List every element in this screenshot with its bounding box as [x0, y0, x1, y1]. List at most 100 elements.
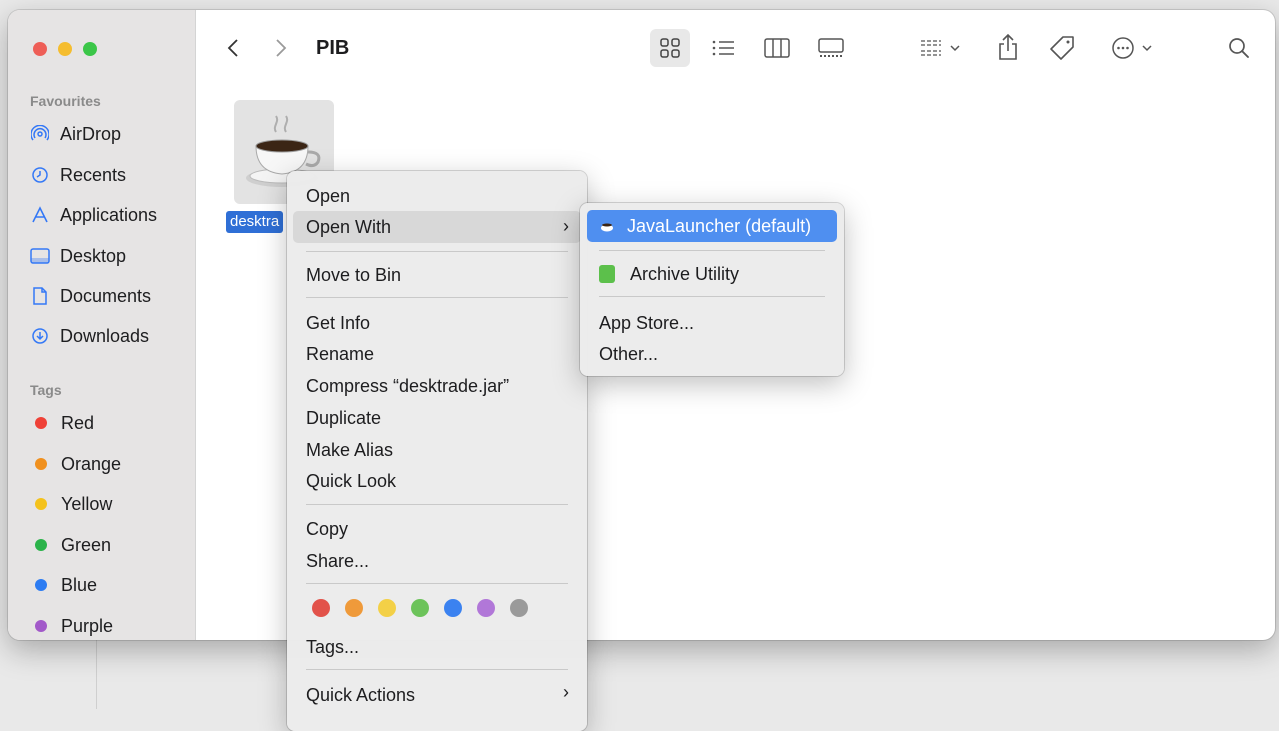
- tag-button[interactable]: [1044, 29, 1080, 67]
- column-view-button[interactable]: [757, 29, 797, 67]
- blue-tag-dot: [35, 579, 47, 591]
- tag-color-yellow[interactable]: [378, 599, 396, 617]
- menu-item-make-alias[interactable]: Make Alias: [306, 440, 393, 461]
- purple-tag-dot: [35, 620, 47, 632]
- tag-color-red[interactable]: [312, 599, 330, 617]
- menu-item-share[interactable]: Share...: [306, 551, 369, 572]
- chevron-right-icon: ›: [563, 682, 569, 702]
- menu-item-open-with[interactable]: Open With ›: [293, 211, 581, 243]
- menu-item-get-info[interactable]: Get Info: [306, 313, 370, 334]
- list-view-button[interactable]: [705, 29, 741, 67]
- applications-icon: [30, 205, 50, 225]
- chevron-right-icon: ›: [563, 216, 569, 236]
- sidebar-item-downloads[interactable]: Downloads: [30, 322, 149, 350]
- tag-color-blue[interactable]: [444, 599, 462, 617]
- menu-separator: [306, 583, 568, 584]
- clock-icon: [30, 165, 50, 185]
- tag-color-purple[interactable]: [477, 599, 495, 617]
- menu-item-copy[interactable]: Copy: [306, 519, 348, 540]
- menu-item-label: Open With: [306, 217, 392, 237]
- menu-item-move-to-bin[interactable]: Move to Bin: [306, 265, 401, 286]
- group-by-button[interactable]: [914, 29, 966, 67]
- chevron-down-icon: [1142, 45, 1152, 52]
- sidebar-tag-green[interactable]: Green: [30, 531, 111, 559]
- columns-icon: [764, 38, 790, 58]
- sidebar-tag-purple[interactable]: Purple: [30, 612, 113, 640]
- document-icon: [30, 286, 50, 306]
- archive-utility-icon: [599, 265, 615, 283]
- sidebar-item-label: Yellow: [61, 493, 113, 514]
- search-button[interactable]: [1224, 29, 1254, 67]
- context-menu: Open Open With › Move to Bin Get Info Re…: [287, 171, 587, 731]
- menu-item-rename[interactable]: Rename: [306, 344, 374, 365]
- green-tag-dot: [35, 539, 47, 551]
- sidebar-item-label: Applications: [60, 204, 158, 225]
- group-grid-icon: [921, 40, 941, 56]
- chevron-left-icon: [227, 39, 238, 57]
- menu-separator: [599, 296, 825, 297]
- minimize-window-button[interactable]: [58, 42, 72, 56]
- submenu-item-app-store[interactable]: App Store...: [599, 313, 694, 334]
- sidebar-item-airdrop[interactable]: AirDrop: [30, 120, 121, 148]
- submenu-item-javalauncher[interactable]: JavaLauncher (default): [587, 210, 837, 242]
- icon-view-button[interactable]: [650, 29, 690, 67]
- close-window-button[interactable]: [33, 42, 47, 56]
- folder-title: PIB: [316, 37, 350, 59]
- menu-separator: [306, 669, 568, 670]
- sidebar-item-label: AirDrop: [60, 123, 122, 144]
- orange-tag-dot: [35, 458, 47, 470]
- menu-item-duplicate[interactable]: Duplicate: [306, 408, 381, 429]
- java-cup-icon: [601, 223, 613, 232]
- sidebar-item-label: Desktop: [60, 245, 127, 266]
- gallery-view-button[interactable]: [811, 29, 851, 67]
- tag-color-gray[interactable]: [510, 599, 528, 617]
- sidebar-item-label: Documents: [60, 285, 152, 306]
- airdrop-icon: [30, 124, 50, 144]
- desktop-background-line: [96, 640, 97, 709]
- menu-item-quick-actions[interactable]: Quick Actions: [306, 685, 415, 706]
- sidebar-item-applications[interactable]: Applications: [30, 201, 157, 229]
- back-button[interactable]: [222, 34, 244, 62]
- sidebar: Favourites AirDrop Recents Applications …: [8, 10, 196, 640]
- sidebar-tag-orange[interactable]: Orange: [30, 450, 121, 478]
- sidebar-item-desktop[interactable]: Desktop: [30, 242, 126, 270]
- sidebar-item-recents[interactable]: Recents: [30, 161, 126, 189]
- menu-separator: [306, 297, 568, 298]
- submenu-item-archive-utility[interactable]: Archive Utility: [599, 262, 739, 286]
- share-button[interactable]: [993, 27, 1023, 67]
- sidebar-item-label: Blue: [61, 574, 98, 595]
- desktop-icon: [30, 246, 50, 266]
- chevron-right-icon: [276, 39, 287, 57]
- sidebar-item-label: Red: [61, 412, 95, 433]
- list-icon: [712, 40, 734, 56]
- sidebar-tag-red[interactable]: Red: [30, 409, 94, 437]
- menu-item-open[interactable]: Open: [306, 186, 350, 207]
- menu-separator: [306, 251, 568, 252]
- menu-item-compress[interactable]: Compress “desktrade.jar”: [306, 376, 509, 397]
- more-actions-button[interactable]: [1104, 29, 1160, 67]
- tag-color-orange[interactable]: [345, 599, 363, 617]
- submenu-item-other[interactable]: Other...: [599, 344, 658, 365]
- tags-heading: Tags: [30, 382, 62, 398]
- tag-color-green[interactable]: [411, 599, 429, 617]
- submenu-item-label: JavaLauncher (default): [627, 215, 812, 236]
- zoom-window-button[interactable]: [83, 42, 97, 56]
- sidebar-tag-blue[interactable]: Blue: [30, 571, 97, 599]
- grid-icon: [660, 38, 680, 58]
- gallery-icon: [818, 38, 844, 57]
- ellipsis-circle-icon: [1112, 37, 1134, 59]
- tag-icon: [1050, 36, 1074, 60]
- menu-item-tags[interactable]: Tags...: [306, 637, 359, 658]
- sidebar-item-label: Purple: [61, 615, 114, 636]
- forward-button[interactable]: [270, 34, 292, 62]
- file-name-label[interactable]: desktra: [226, 211, 284, 233]
- sidebar-item-label: Downloads: [60, 325, 150, 346]
- sidebar-tag-yellow[interactable]: Yellow: [30, 490, 112, 518]
- favourites-heading: Favourites: [30, 93, 101, 109]
- menu-item-quick-look[interactable]: Quick Look: [306, 471, 396, 492]
- sidebar-item-label: Recents: [60, 164, 127, 185]
- share-icon: [999, 33, 1017, 60]
- submenu-item-label: Archive Utility: [630, 263, 740, 284]
- sidebar-item-documents[interactable]: Documents: [30, 282, 151, 310]
- sidebar-item-label: Orange: [61, 453, 122, 474]
